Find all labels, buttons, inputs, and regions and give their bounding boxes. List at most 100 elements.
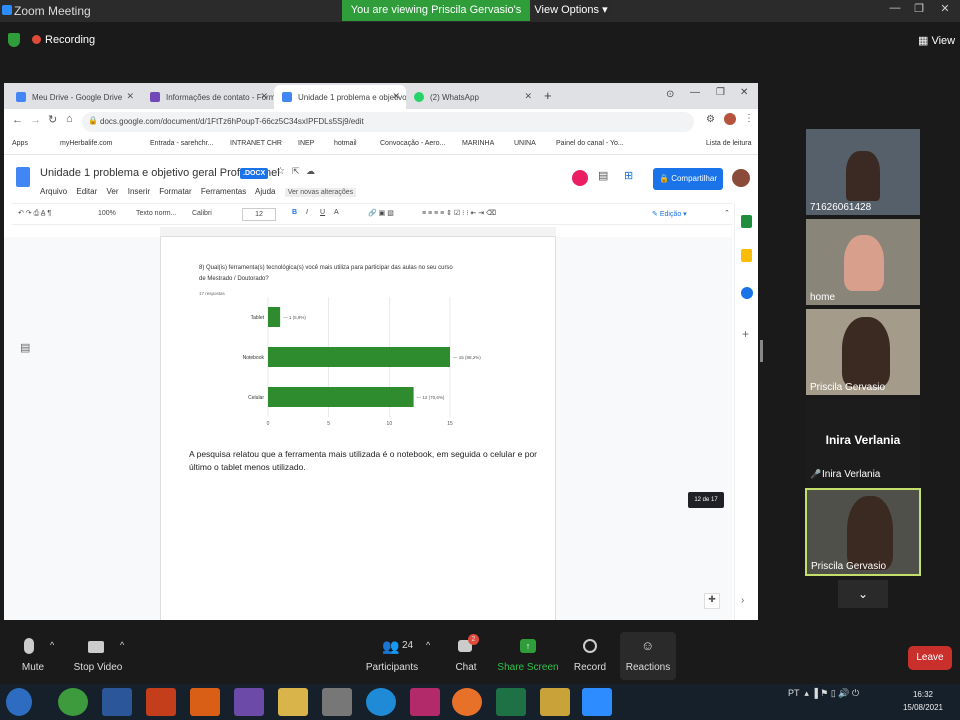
back-icon[interactable]: ← [12, 114, 23, 126]
minimize-icon[interactable]: — [690, 87, 700, 98]
bookmark-entrada[interactable]: Entrada - sarehchr... [150, 140, 213, 147]
menu-ferramentas[interactable]: Ferramentas [201, 187, 246, 196]
participant-tile-active-speaker[interactable]: Priscila Gervasio [805, 488, 921, 576]
undo-icon[interactable]: ↶ ↷ ⎙ A̲ ¶ [18, 209, 51, 218]
zoom-icon[interactable] [582, 688, 612, 716]
leave-button[interactable]: Leave [908, 646, 952, 670]
tab-close-icon[interactable]: ✕ [392, 91, 400, 102]
close-icon[interactable]: ✕ [740, 87, 748, 98]
bookmark-hotmail[interactable]: hotmail [334, 140, 357, 147]
text-color-icon[interactable]: A [334, 209, 339, 216]
firefox-icon[interactable] [452, 688, 482, 716]
align-icons[interactable]: ≡ ≡ ≡ ≡ ⇕ ☑ ⁝ ⁝ ⇤ ⇥ ⌫ [422, 209, 496, 217]
tab-close-icon[interactable]: ✕ [260, 91, 268, 102]
maximize-icon[interactable]: ❐ [910, 2, 928, 18]
close-icon[interactable]: ✕ [936, 2, 954, 18]
tab-search-icon[interactable]: ⊙ [666, 89, 674, 100]
style-select[interactable]: Texto norm... [136, 210, 176, 217]
powerpoint-icon[interactable] [146, 688, 176, 716]
participant-tile[interactable]: Priscila Gervasio [806, 309, 920, 395]
bookmark-inep[interactable]: INEP [298, 140, 314, 147]
more-participants-chevron-icon[interactable]: ⌄ [838, 580, 888, 608]
italic-icon[interactable]: I [306, 209, 308, 216]
home-icon[interactable]: ⌂ [66, 113, 73, 125]
acrobat-icon[interactable] [410, 688, 440, 716]
new-changes-link[interactable]: Ver novas alterações [284, 188, 357, 197]
film-icon[interactable] [322, 688, 352, 716]
tab-forms[interactable]: Informações de contato - Formul ✕ [142, 85, 274, 109]
mute-button[interactable]: Mute [0, 630, 70, 682]
menu-formatar[interactable]: Formatar [159, 187, 191, 196]
menu-arquivo[interactable]: Arquivo [40, 187, 67, 196]
tab-whatsapp[interactable]: (2) WhatsApp ✕ [406, 85, 538, 109]
edge-icon[interactable] [366, 688, 396, 716]
participant-tile[interactable]: 71626061428 [806, 129, 920, 215]
addon-icon[interactable] [572, 170, 588, 186]
share-button[interactable]: 🔒 Compartilhar [653, 168, 723, 190]
bookmark-unina[interactable]: UNINA [514, 140, 536, 147]
menu-ver[interactable]: Ver [107, 187, 119, 196]
bold-icon[interactable]: B [292, 209, 297, 216]
shield-icon[interactable] [8, 33, 20, 47]
zoom-select[interactable]: 100% [98, 210, 116, 217]
media-player-icon[interactable] [190, 688, 220, 716]
app-shield-icon[interactable] [540, 688, 570, 716]
tab-docs[interactable]: Unidade 1 problema e objetivo g ✕ [274, 85, 406, 109]
reactions-button[interactable]: ☺ Reactions [620, 632, 676, 680]
explore-icon[interactable]: ✚ [704, 593, 720, 609]
bookmark-reading-list[interactable]: Lista de leitura [706, 140, 752, 147]
collapse-icon[interactable]: ⌃ [724, 209, 730, 217]
document-page[interactable]: 8) Qual(is) ferramenta(s) tecnológica(s)… [160, 237, 556, 620]
editing-mode-select[interactable]: ✎ Edição ▾ [652, 210, 687, 218]
chat-button[interactable]: 2 Chat [440, 630, 492, 682]
meet-icon[interactable]: ⊞ [624, 169, 633, 182]
share-screen-button[interactable]: ↑ Share Screen [494, 630, 562, 682]
tab-close-icon[interactable]: ✕ [126, 91, 134, 102]
docs-logo-icon[interactable] [16, 167, 30, 187]
profile-avatar[interactable] [724, 113, 736, 125]
link-icon[interactable]: 🔗 ▣ ▧ [368, 209, 394, 217]
bookmark-herbalife[interactable]: myHerbalife.com [60, 140, 113, 147]
chevron-right-icon[interactable]: › [741, 595, 744, 606]
bookmark-marinha[interactable]: MARINHA [462, 140, 494, 147]
tasks-icon[interactable] [741, 287, 753, 299]
record-button[interactable]: Record [564, 630, 616, 682]
participant-tile[interactable]: Inira Verlania 🎤 Inira Verlania [806, 399, 920, 485]
minimize-icon[interactable]: — [886, 2, 904, 18]
tray-icons[interactable]: ▴ ▐ ⚑ ▯ 🔊 ⏻ [802, 688, 859, 698]
menu-editar[interactable]: Editar [76, 187, 97, 196]
tab-close-icon[interactable]: ✕ [524, 91, 532, 102]
participant-tile[interactable]: home [806, 219, 920, 305]
clock[interactable]: 16:32 15/08/2021 [898, 688, 948, 714]
calendar-icon[interactable] [741, 215, 752, 228]
split-handle[interactable] [760, 340, 763, 362]
star-icon[interactable]: ☆ [276, 166, 285, 177]
participants-options-chevron-icon[interactable]: ^ [426, 640, 430, 650]
word-icon[interactable] [102, 688, 132, 716]
underline-icon[interactable]: U [320, 209, 325, 216]
start-button[interactable] [6, 688, 32, 716]
ruler[interactable] [160, 227, 556, 237]
kebab-menu-icon[interactable]: ⋮ [744, 113, 754, 124]
user-avatar[interactable] [732, 169, 750, 187]
reload-icon[interactable]: ↻ [48, 113, 57, 126]
extensions-icon[interactable]: ⚙ [706, 114, 715, 125]
font-select[interactable]: Calibri [192, 210, 212, 217]
chrome-icon[interactable] [58, 688, 88, 716]
bookmark-intranet[interactable]: INTRANET CHR [230, 140, 282, 147]
excel-icon[interactable] [496, 688, 526, 716]
view-button[interactable]: ▦ View [918, 34, 955, 47]
tab-drive[interactable]: Meu Drive - Google Drive ✕ [8, 85, 140, 109]
cloud-icon[interactable]: ☁ [306, 166, 315, 177]
move-icon[interactable]: ⇱ [292, 166, 300, 177]
mute-options-chevron-icon[interactable]: ^ [50, 640, 54, 650]
file-explorer-icon[interactable] [278, 688, 308, 716]
stop-video-button[interactable]: Stop Video [66, 630, 130, 682]
maximize-icon[interactable]: ❐ [716, 87, 725, 98]
view-options-button[interactable]: View Options ▾ [532, 0, 610, 21]
font-size-field[interactable]: 12 [242, 208, 276, 221]
app-icon[interactable] [234, 688, 264, 716]
menu-ajuda[interactable]: Ajuda [255, 187, 275, 196]
outline-icon[interactable]: ▤ [20, 341, 30, 354]
menu-inserir[interactable]: Inserir [128, 187, 150, 196]
